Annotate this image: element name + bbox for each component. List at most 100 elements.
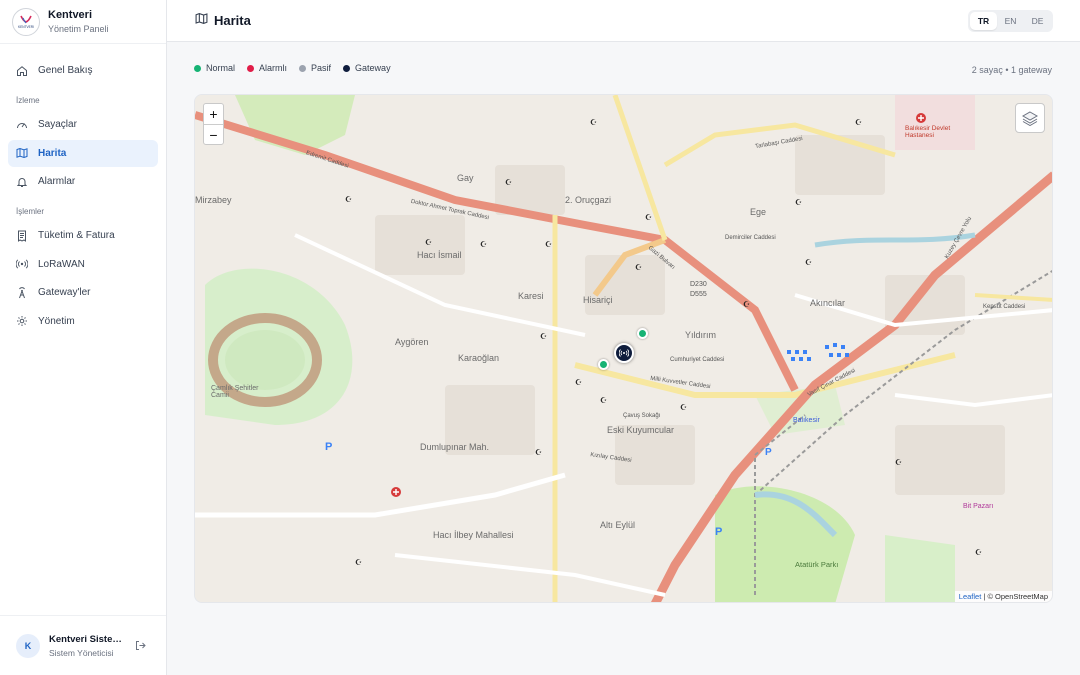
sidebar-nav: Genel Bakış İzleme Sayaçlar Harita Alarm… (0, 44, 166, 346)
radio-waves-icon (619, 349, 629, 357)
street-label-cavus: Çavuş Sokağı (623, 413, 661, 419)
status-dot-passive (299, 64, 307, 72)
user-panel: K Kentveri Sistem Yöneticisi Sistem Yöne… (0, 615, 166, 675)
language-de-button[interactable]: DE (1024, 12, 1051, 30)
home-icon (16, 65, 28, 77)
svg-text:☪: ☪ (355, 558, 362, 567)
gauge-icon (16, 119, 28, 131)
svg-text:☪: ☪ (645, 213, 652, 222)
bell-icon (16, 176, 28, 188)
street-label-d230: D230 (690, 281, 707, 288)
map-label-akincilar: Akıncılar (810, 298, 846, 308)
map-label-park: Atatürk Parkı (795, 560, 839, 569)
language-en-button[interactable]: EN (997, 12, 1024, 30)
map-container[interactable]: P P P ☪ ☪ ☪ ☪ ☪ ☪ ☪ ☪ ☪ ☪ ☪ ☪ ☪ ☪ ☪ ☪ ☪ ☪ ☪ ☪ Mirzabe… (194, 94, 1053, 603)
map-label-eskikuyumcular: Eski Kuyumcular (607, 425, 675, 435)
settings-icon (16, 315, 28, 327)
svg-text:☪: ☪ (895, 458, 902, 467)
legend-label: Gateway (355, 63, 391, 73)
sidebar-item-label: Gateway'ler (38, 287, 91, 298)
brand-title: Kentveri (48, 9, 93, 21)
map-icon (195, 12, 208, 30)
status-dot-normal (194, 64, 201, 72)
legend-normal: Normal (194, 63, 235, 73)
map-label-dumlupinar: Dumlupınar Mah. (420, 442, 490, 452)
brand-text: Kentveri Yönetim Paneli (48, 9, 109, 34)
sidebar: KENTVERI Kentveri Yönetim Paneli Genel B… (0, 0, 167, 675)
page-header: Harita TR EN DE (167, 0, 1080, 42)
brand-logo-text: KENTVERI (18, 25, 34, 29)
map-label-hisarici: Hisariçi (583, 295, 613, 305)
status-dot-alarm (247, 64, 255, 72)
layers-button[interactable] (1015, 103, 1045, 133)
layers-icon (1021, 111, 1039, 126)
map-label-mirzabey: Mirzabey (195, 195, 232, 205)
map-label-orucgazi: 2. Oruçgazi (565, 195, 612, 205)
map-label-hospital: Balıkesir Devlet Hastanesi (905, 125, 951, 139)
sidebar-item-meters[interactable]: Sayaçlar (8, 111, 158, 138)
map-label-ege: Ege (750, 207, 767, 217)
leaflet-link[interactable]: Leaflet (959, 592, 982, 601)
status-dot-gateway (343, 64, 351, 72)
brand-logo[interactable]: KENTVERI (12, 7, 40, 36)
map-label-haciilbey: Hacı İlbey Mahallesi (433, 530, 514, 540)
sidebar-item-label: LoRaWAN (38, 258, 85, 270)
map-label-camlik: Çamlık Şehitler Camii (211, 385, 259, 399)
language-tr-button[interactable]: TR (970, 12, 997, 30)
street-label-cumhuriyet: Cumhuriyet Caddesi (670, 357, 725, 363)
zoom-control: + − (203, 103, 224, 145)
svg-text:☪: ☪ (975, 548, 982, 557)
map-label-altieylul: Altı Eylül (600, 520, 636, 530)
meter-marker-normal[interactable] (637, 328, 648, 339)
gateway-marker[interactable] (614, 343, 634, 363)
sidebar-item-billing[interactable]: Tüketim & Fatura (8, 222, 158, 249)
attribution-text: | © OpenStreetMap (983, 592, 1048, 601)
sidebar-item-overview[interactable]: Genel Bakış (8, 57, 158, 84)
sidebar-item-map[interactable]: Harita (8, 139, 158, 167)
map-label-aygoren: Aygören (395, 337, 429, 347)
avatar[interactable]: K (16, 633, 40, 658)
svg-text:P: P (325, 441, 332, 453)
svg-text:☪: ☪ (743, 300, 750, 309)
legend-label: Alarmlı (259, 63, 288, 73)
map-label-haciismail: Hacı İsmail (417, 250, 462, 260)
svg-text:☪: ☪ (805, 258, 812, 267)
map-label-bitpazari: Bit Pazarı (963, 503, 994, 510)
legend-label: Normal (206, 63, 236, 73)
sidebar-item-label: Alarmlar (38, 176, 76, 187)
svg-text:☪: ☪ (600, 396, 607, 405)
svg-text:☪: ☪ (855, 118, 862, 127)
zoom-in-button[interactable]: + (204, 104, 223, 124)
logout-icon[interactable] (135, 640, 147, 652)
street-label-d555: D555 (690, 291, 707, 298)
zoom-out-button[interactable]: − (204, 124, 223, 144)
sidebar-item-label: Sayaçlar (38, 119, 77, 130)
svg-text:☪: ☪ (635, 263, 642, 272)
legend-passive: Pasif (299, 63, 331, 73)
map-label-karaoglan: Karaoğlan (458, 353, 500, 363)
sidebar-item-label: Genel Bakış (38, 65, 93, 76)
meter-marker-normal[interactable] (598, 359, 609, 370)
page-title: Harita (214, 13, 251, 28)
map-label-karesi: Karesi (518, 291, 544, 301)
brand: KENTVERI Kentveri Yönetim Paneli (0, 0, 166, 44)
svg-text:☪: ☪ (680, 403, 687, 412)
map-label-yildirim: Yıldırım (685, 330, 717, 340)
svg-text:P: P (765, 447, 772, 458)
street-label-demirciler: Demirciler Caddesi (725, 235, 776, 241)
language-switcher: TR EN DE (968, 10, 1053, 32)
sidebar-item-label: Yönetim (38, 315, 75, 327)
nav-section-operations: İşlemler (16, 207, 45, 216)
legend-label: Pasif (311, 63, 332, 73)
sidebar-item-admin[interactable]: Yönetim (8, 308, 158, 335)
sidebar-item-gateways[interactable]: Gateway'ler (8, 279, 158, 306)
street-label-kepsut: Kepsut Caddesi (983, 304, 1026, 310)
map-icon (16, 147, 28, 159)
sidebar-item-lorawan[interactable]: LoRaWAN (8, 251, 158, 278)
svg-text:☪: ☪ (795, 198, 802, 207)
svg-text:☪: ☪ (505, 178, 512, 187)
svg-text:☪: ☪ (345, 195, 352, 204)
user-info: Kentveri Sistem Yöneticisi Sistem Yöneti… (49, 634, 123, 658)
svg-text:☪: ☪ (540, 332, 547, 341)
sidebar-item-alarms[interactable]: Alarmlar (8, 168, 158, 195)
